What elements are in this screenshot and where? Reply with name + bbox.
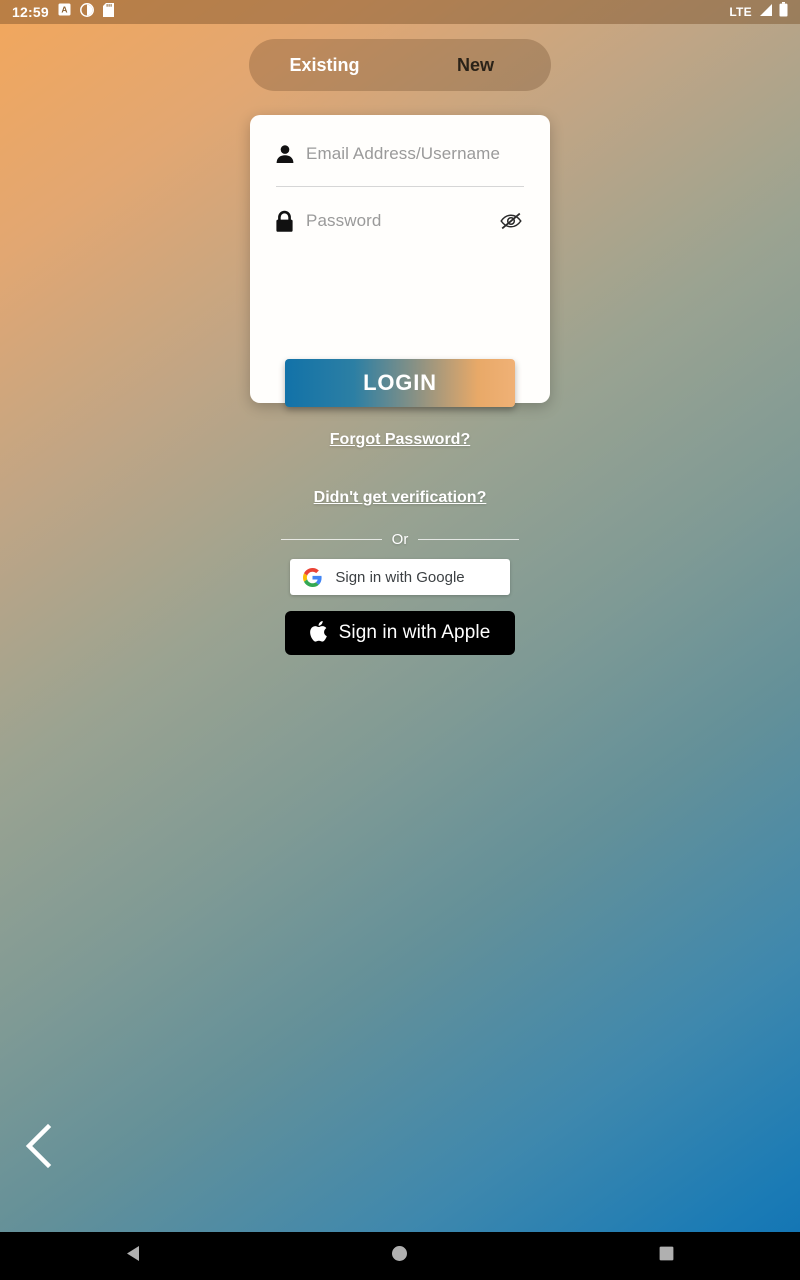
status-bar: 12:59 A LTE: [0, 0, 800, 24]
tab-existing[interactable]: Existing: [249, 39, 400, 91]
status-bar-left: 12:59 A: [12, 2, 114, 22]
resend-verification-link[interactable]: Didn't get verification?: [0, 489, 800, 507]
login-button[interactable]: LOGIN: [285, 359, 515, 407]
person-icon: [274, 143, 302, 165]
sign-in-with-google-button[interactable]: Sign in with Google: [290, 559, 510, 595]
lock-icon: [274, 210, 302, 233]
or-label: Or: [391, 530, 409, 548]
app-screen: 12:59 A LTE Existing New Email Address/U…: [0, 0, 800, 1280]
email-field-row[interactable]: Email Address/Username: [274, 127, 526, 181]
google-button-label: Sign in with Google: [335, 568, 465, 586]
apple-logo-icon: [309, 620, 330, 646]
chevron-left-icon: [23, 1123, 57, 1174]
forgot-password-link[interactable]: Forgot Password?: [0, 431, 800, 449]
email-input[interactable]: Email Address/Username: [302, 144, 526, 164]
android-navigation-bar: [0, 1232, 800, 1280]
or-divider: Or: [281, 528, 520, 550]
google-g-icon: [290, 567, 334, 587]
brightness-icon: [79, 2, 94, 22]
email-field-underline: [276, 186, 524, 187]
nav-back-button[interactable]: [73, 1232, 193, 1280]
status-bar-clock: 12:59: [12, 4, 49, 20]
tab-new[interactable]: New: [400, 39, 551, 91]
battery-icon: [779, 2, 788, 22]
divider-line-right: [418, 538, 520, 540]
eye-off-icon[interactable]: [496, 210, 526, 232]
square-recents-icon: [657, 1244, 676, 1268]
back-button[interactable]: [10, 1118, 70, 1178]
signal-icon: [758, 3, 773, 22]
password-input[interactable]: Password: [302, 211, 496, 231]
triangle-back-icon: [124, 1244, 143, 1268]
nav-home-button[interactable]: [340, 1232, 460, 1280]
account-mode-tabs[interactable]: Existing New: [249, 39, 551, 91]
nav-recents-button[interactable]: [607, 1232, 727, 1280]
password-field-row[interactable]: Password: [274, 194, 526, 248]
status-bar-right: LTE: [729, 2, 788, 22]
circle-home-icon: [390, 1244, 409, 1268]
apple-button-label: Sign in with Apple: [338, 622, 491, 643]
sign-in-with-apple-button[interactable]: Sign in with Apple: [285, 611, 515, 655]
network-type-label: LTE: [729, 5, 752, 19]
a-badge-icon: A: [58, 3, 71, 21]
svg-text:A: A: [61, 5, 67, 15]
divider-line-left: [281, 538, 382, 540]
sd-card-icon: [102, 2, 114, 22]
